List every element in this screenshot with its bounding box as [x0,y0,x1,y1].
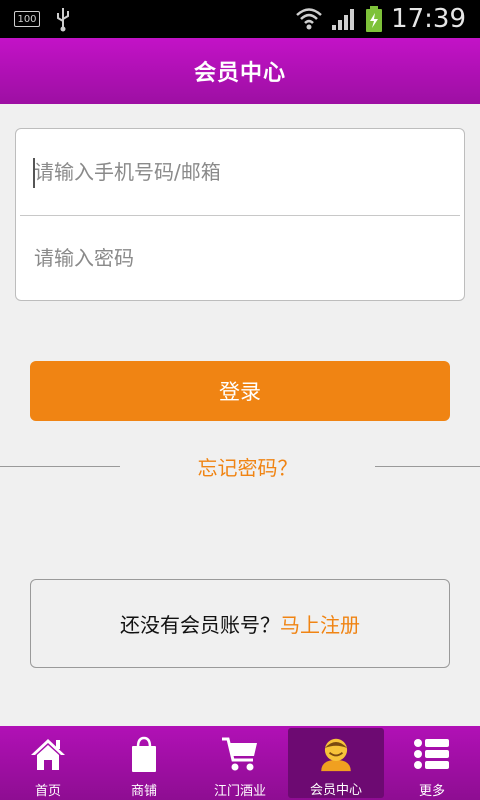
register-link[interactable]: 马上注册 [280,609,360,638]
status-time: 17:39 [391,4,466,34]
password-input[interactable] [34,246,434,270]
nav-item-shop[interactable]: 商铺 [96,726,192,800]
usb-icon [57,8,69,32]
forgot-password-row: 忘记密码？ [0,448,480,484]
signal-icon [332,9,355,30]
battery-charging-icon [366,6,383,32]
username-input[interactable] [34,160,434,184]
register-prompt: 还没有会员账号？ [120,613,280,637]
nav-item-more[interactable]: 更多 [384,726,480,800]
cart-icon [222,737,257,771]
title-bar: 会员中心 [0,38,480,104]
nav-label-more: 更多 [418,784,445,799]
text-cursor [33,158,35,188]
wifi-icon [296,8,322,30]
nav-label-home: 首页 [34,784,61,799]
login-form [15,128,465,301]
bottom-nav: 首页 商铺 江门酒业 会员中心 更多 [0,726,480,800]
nav-label-products: 江门酒业 [213,784,266,799]
password-field[interactable] [16,215,464,301]
nav-label-shop: 商铺 [130,784,157,799]
battery-percent-icon: 100 [14,11,40,27]
register-box[interactable]: 还没有会员账号？ 马上注册 [30,579,450,668]
login-button[interactable]: 登录 [30,361,450,421]
member-icon [321,738,351,772]
status-left: 100 [14,6,72,32]
shopping-bag-icon [132,736,156,772]
nav-label-member: 会员中心 [309,783,362,798]
divider-left [0,466,120,467]
nav-item-member[interactable]: 会员中心 [288,728,384,798]
battery-percent-label: 100 [17,13,37,25]
home-icon [31,739,65,770]
nav-item-home[interactable]: 首页 [0,726,96,800]
forgot-password-link[interactable]: 忘记密码？ [120,448,375,484]
status-right: 17:39 [295,4,466,34]
username-field[interactable] [16,129,464,215]
nav-item-products[interactable]: 江门酒业 [192,726,288,800]
divider-right [375,466,480,467]
status-bar: 100 17:39 [0,0,480,38]
more-list-icon [414,739,449,769]
page-title: 会员中心 [193,61,286,86]
